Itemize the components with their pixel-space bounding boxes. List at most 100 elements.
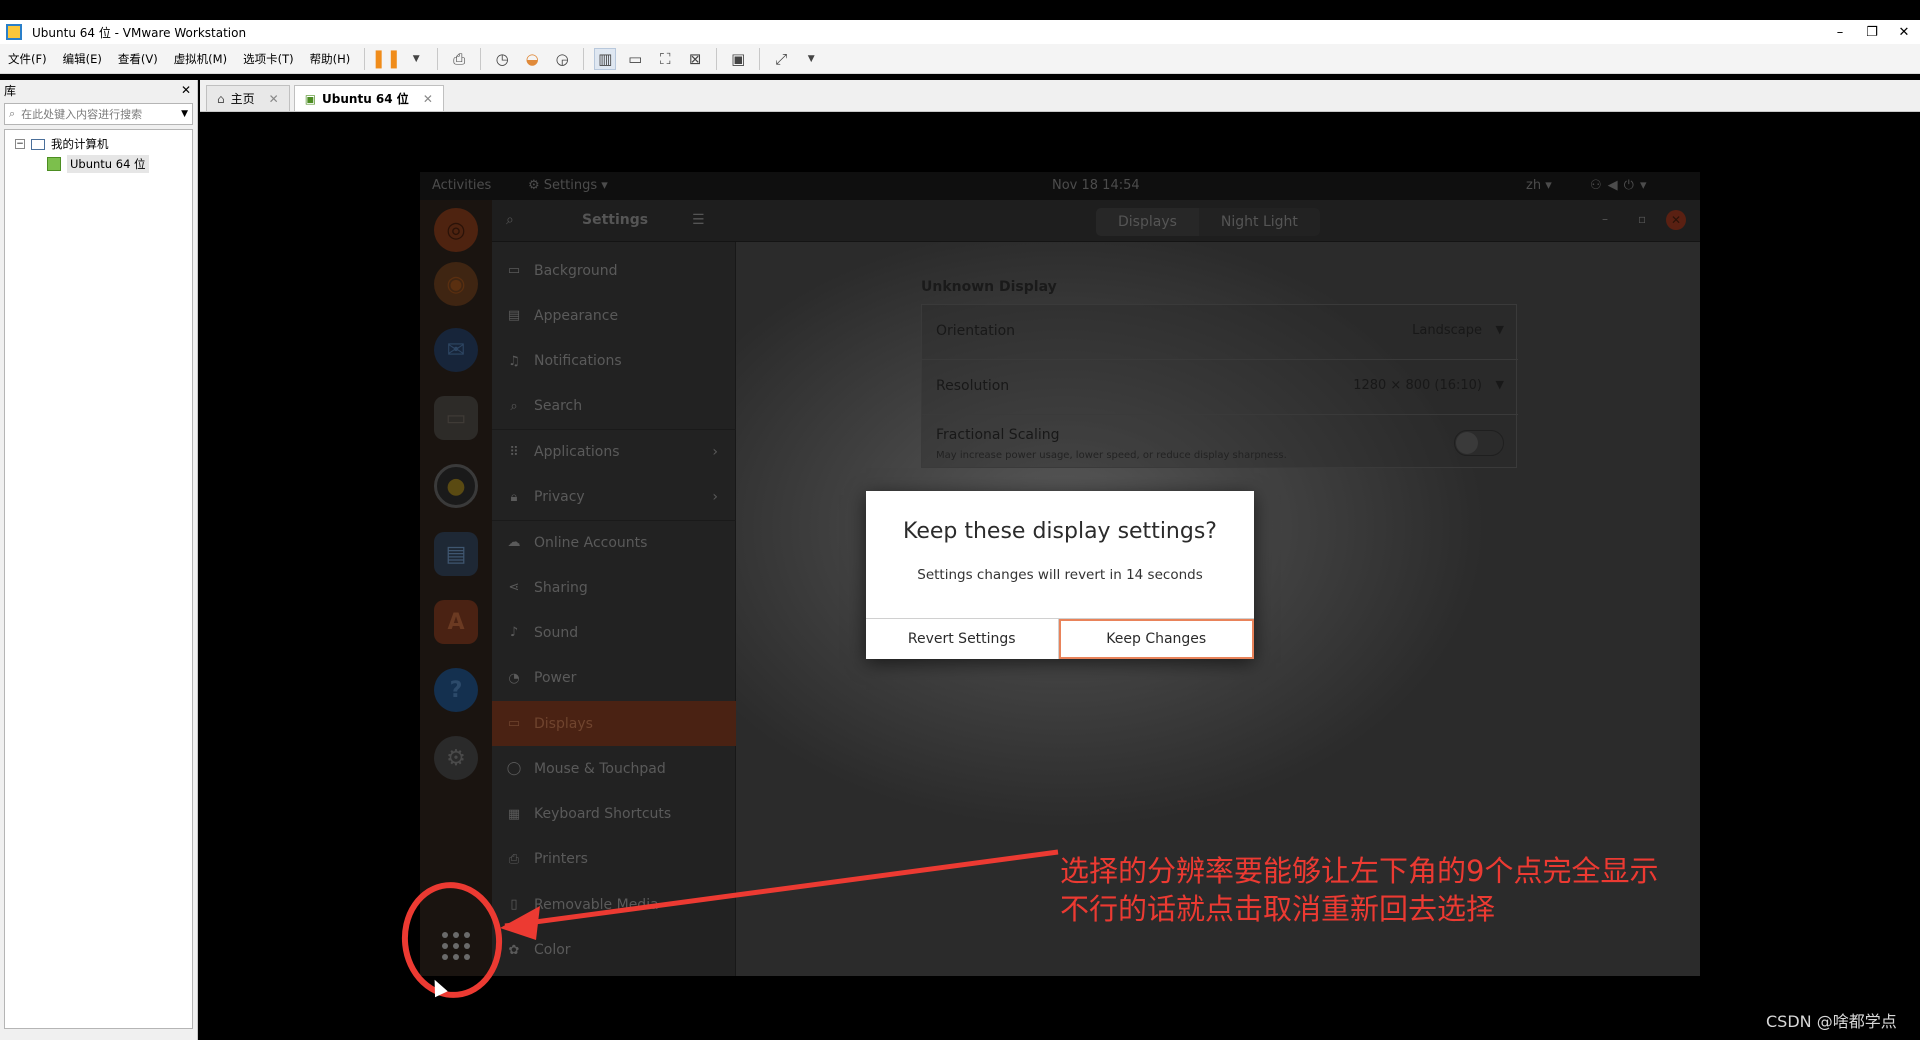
power-icon: ◔ xyxy=(508,670,520,686)
tree-item-my-computer[interactable]: − 我的计算机 xyxy=(5,134,192,154)
input-method[interactable]: zh ▾ xyxy=(1526,178,1552,193)
snapshot-manager-icon[interactable]: ◶ xyxy=(551,48,573,70)
section-title: Unknown Display xyxy=(921,279,1057,295)
rhythmbox-icon[interactable]: ● xyxy=(434,464,478,508)
menu-edit[interactable]: 编辑(E) xyxy=(55,51,110,67)
online-accounts-icon: ☁ xyxy=(507,535,521,551)
sidebar-item-background[interactable]: ▭ Background xyxy=(492,248,736,293)
sidebar-item-removable-media[interactable]: ▯ Removable Media xyxy=(492,882,736,927)
maximize-icon[interactable]: ▫ xyxy=(1638,212,1646,226)
tab-night-light[interactable]: Night Light xyxy=(1198,208,1320,236)
settings-app-icon[interactable]: ⚙ xyxy=(434,736,478,780)
dialog-message: Settings changes will revert in 14 secon… xyxy=(917,567,1203,583)
search-icon[interactable]: ⌕ xyxy=(506,212,514,228)
menu-help[interactable]: 帮助(H) xyxy=(302,51,359,67)
chevron-down-icon: ▼ xyxy=(1495,323,1504,336)
orientation-row[interactable]: Orientation Landscape ▼ xyxy=(922,305,1518,360)
sidebar-item-displays[interactable]: ▭ Displays xyxy=(492,701,736,746)
tab-home[interactable]: ⌂ 主页 ✕ xyxy=(206,85,290,111)
fullscreen-icon[interactable]: ⛶ xyxy=(654,48,676,70)
close-tab-icon[interactable]: ✕ xyxy=(269,92,279,106)
snapshot-icon[interactable]: ◷ xyxy=(491,48,513,70)
files-icon[interactable]: ▭ xyxy=(434,396,478,440)
close-library-icon[interactable]: ✕ xyxy=(181,83,191,97)
grid-dot xyxy=(442,954,448,960)
sidebar-item-label: Appearance xyxy=(534,307,619,324)
stretch-icon[interactable]: ⤢ xyxy=(770,48,792,70)
sidebar-item-label: Power xyxy=(534,670,577,687)
dropdown-arrow-icon[interactable]: ▼ xyxy=(405,48,427,70)
menu-vm[interactable]: 虚拟机(M) xyxy=(166,51,235,67)
sidebar-item-sound[interactable]: ♪ Sound xyxy=(492,610,736,655)
pause-icon[interactable]: ❚❚ xyxy=(371,48,401,70)
dropdown-arrow-icon[interactable]: ▼ xyxy=(800,48,822,70)
help-icon[interactable]: ? xyxy=(434,668,478,712)
app-menu-label: Settings ▾ xyxy=(543,178,608,193)
fractional-scaling-toggle[interactable] xyxy=(1454,430,1504,456)
close-window-button[interactable]: ✕ xyxy=(1888,25,1920,40)
chevron-right-icon: › xyxy=(712,489,718,505)
library-search-input[interactable]: ⌕ 在此处键入内容进行搜索 ▼ xyxy=(4,103,193,125)
fractional-scaling-description: May increase power usage, lower speed, o… xyxy=(936,450,1287,461)
show-library-icon[interactable]: ▥ xyxy=(594,47,617,70)
sidebar-item-keyboard-shortcuts[interactable]: ▦ Keyboard Shortcuts xyxy=(492,792,736,837)
keep-settings-dialog: Keep these display settings? Settings ch… xyxy=(866,491,1254,659)
tab-ubuntu[interactable]: ▣ Ubuntu 64 位 ✕ xyxy=(293,85,444,111)
thunderbird-icon[interactable]: ✉ xyxy=(434,328,478,372)
minimize-icon[interactable]: – xyxy=(1602,212,1608,226)
keep-changes-button[interactable]: Keep Changes xyxy=(1058,619,1254,659)
collapse-icon[interactable]: − xyxy=(15,139,25,149)
orientation-value: Landscape xyxy=(1412,323,1482,338)
mouse-touchpad-icon: ◯ xyxy=(506,761,522,777)
app-menu[interactable]: ⚙ Settings ▾ xyxy=(528,178,608,193)
resolution-row[interactable]: Resolution 1280 × 800 (16:10) ▼ xyxy=(922,360,1518,415)
search-icon: ⌕ xyxy=(510,398,518,414)
chevron-down-icon[interactable]: ▼ xyxy=(181,109,188,119)
tab-displays[interactable]: Displays xyxy=(1096,208,1199,236)
thumbnail-bar-icon[interactable]: ▭ xyxy=(624,48,646,70)
window-title: Ubuntu 64 位 - VMware Workstation xyxy=(32,25,247,40)
sidebar-item-label: Applications xyxy=(534,444,620,461)
toolbar-separator xyxy=(480,47,482,70)
menu-tabs[interactable]: 选项卡(T) xyxy=(235,51,302,67)
libreoffice-writer-icon[interactable]: ▤ xyxy=(434,532,478,576)
close-icon[interactable]: ✕ xyxy=(1666,210,1686,230)
display-settings-card: Orientation Landscape ▼ Resolution 1280 … xyxy=(921,304,1518,468)
hamburger-menu-icon[interactable]: ☰ xyxy=(692,212,705,228)
menu-view[interactable]: 查看(V) xyxy=(110,51,166,67)
sidebar-item-applications[interactable]: ⠿ Applications › xyxy=(492,429,736,474)
gnome-top-bar: Activities ⚙ Settings ▾ Nov 18 14:54 zh … xyxy=(420,172,1700,200)
sidebar-item-sharing[interactable]: ⋖ Sharing xyxy=(492,565,736,610)
revert-snapshot-icon[interactable]: ◒ xyxy=(521,48,543,70)
sidebar-item-notifications[interactable]: ♫ Notifications xyxy=(492,339,736,384)
restore-button[interactable]: ❐ xyxy=(1856,25,1888,40)
minimize-button[interactable]: – xyxy=(1824,25,1856,40)
sidebar-item-power[interactable]: ◔ Power xyxy=(492,656,736,701)
sidebar-item-color[interactable]: ✿ Color xyxy=(492,928,736,973)
displays-icon: ▭ xyxy=(507,716,521,731)
sidebar-item-mouse-touchpad[interactable]: ◯ Mouse & Touchpad xyxy=(492,746,736,791)
software-center-icon[interactable]: A xyxy=(434,600,478,644)
sidebar-item-appearance[interactable]: ▤ Appearance xyxy=(492,293,736,338)
clock[interactable]: Nov 18 14:54 xyxy=(1052,178,1140,193)
close-tab-icon[interactable]: ✕ xyxy=(423,92,433,106)
settings-title: Settings xyxy=(582,212,649,228)
revert-settings-button[interactable]: Revert Settings xyxy=(866,619,1059,659)
sidebar-item-search[interactable]: ⌕ Search xyxy=(492,384,736,429)
sidebar-item-online-accounts[interactable]: ☁ Online Accounts xyxy=(492,519,736,565)
sidebar-item-privacy[interactable]: 🔒︎ Privacy › xyxy=(492,475,736,520)
firefox-icon[interactable]: ◉ xyxy=(434,262,478,306)
grid-dot xyxy=(464,954,470,960)
show-applications-icon[interactable] xyxy=(440,930,472,962)
console-icon[interactable]: ▣ xyxy=(727,48,749,70)
sidebar-item-printers[interactable]: ⎙ Printers xyxy=(492,837,736,882)
screen-top-band xyxy=(0,0,1920,20)
dialog-buttons: Revert Settings Keep Changes xyxy=(866,618,1254,659)
send-ctrl-alt-del-icon[interactable]: ⎙ xyxy=(448,48,470,70)
activities-button[interactable]: Activities xyxy=(432,178,491,193)
tree-item-ubuntu[interactable]: Ubuntu 64 位 xyxy=(5,154,192,174)
menu-file[interactable]: 文件(F) xyxy=(0,51,55,67)
ubuntu-logo-icon[interactable]: ◎ xyxy=(434,208,478,252)
system-tray[interactable]: ⚇◀⏻▾ xyxy=(1590,178,1652,193)
unity-icon[interactable]: ⊠ xyxy=(684,48,706,70)
